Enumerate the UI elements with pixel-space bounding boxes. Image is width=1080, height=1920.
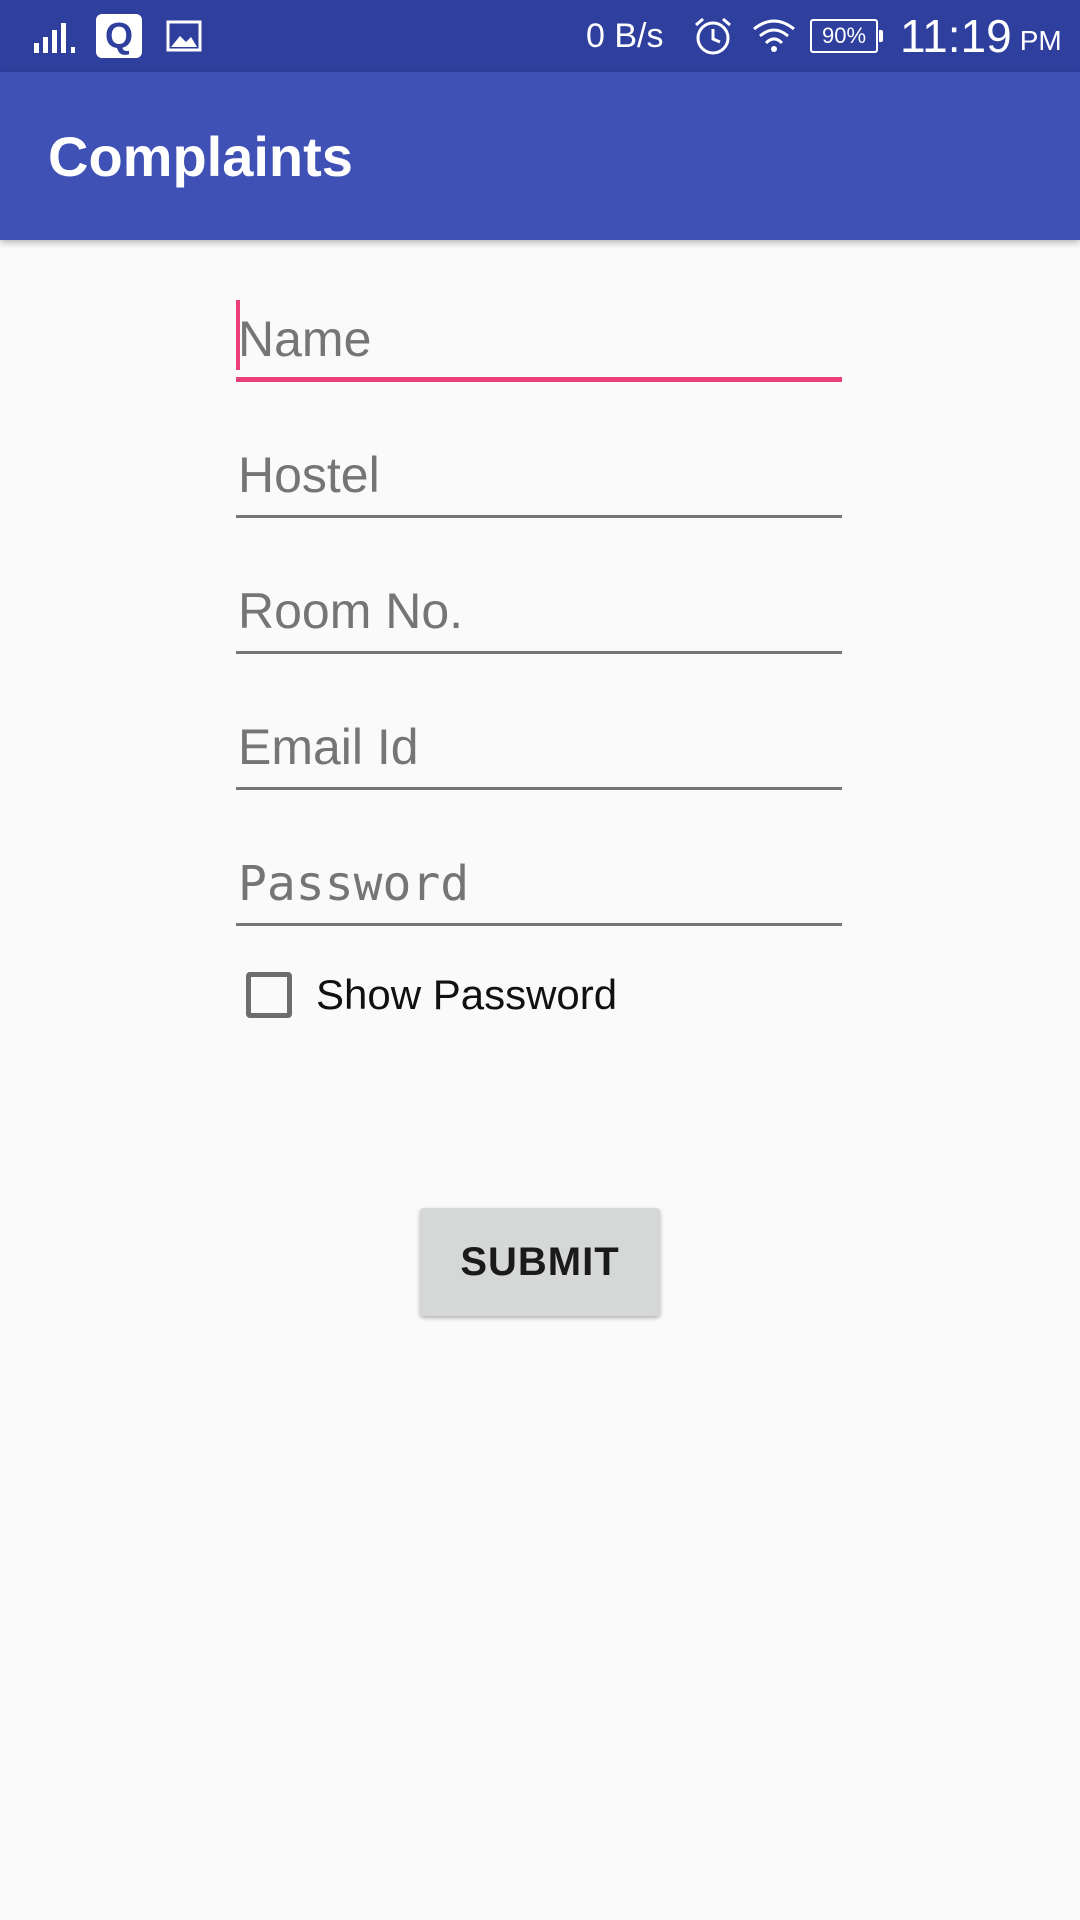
- clock-ampm: PM: [1019, 25, 1062, 56]
- room-number-underline: [236, 651, 842, 654]
- email-field[interactable]: Email Id: [236, 700, 842, 790]
- gallery-icon: [166, 0, 202, 72]
- name-field[interactable]: Name: [236, 292, 842, 382]
- hostel-underline: [236, 515, 842, 518]
- submit-button[interactable]: SUBMIT: [420, 1208, 660, 1316]
- alarm-icon: [692, 0, 734, 72]
- clock: 11:19 PM: [900, 0, 1062, 72]
- name-placeholder: Name: [238, 311, 372, 367]
- room-number-placeholder: Room No.: [238, 583, 464, 639]
- password-placeholder: Password: [238, 856, 470, 912]
- hostel-field[interactable]: Hostel: [236, 428, 842, 518]
- password-field[interactable]: Password: [236, 836, 842, 926]
- password-underline: [236, 923, 842, 926]
- name-underline: [236, 377, 842, 382]
- q-app-letter: Q: [104, 15, 133, 56]
- battery-level: 90%: [810, 19, 883, 53]
- signal-icon: [34, 0, 80, 72]
- battery-icon: 90%: [810, 0, 883, 72]
- page-title: Complaints: [48, 124, 353, 188]
- show-password-label[interactable]: Show Password: [316, 971, 617, 1019]
- app-bar: Complaints: [0, 72, 1080, 240]
- clock-time: 11:19: [900, 10, 1012, 62]
- show-password-checkbox[interactable]: [246, 972, 292, 1018]
- network-speed: 0 B/s: [586, 16, 664, 55]
- wifi-icon: [752, 0, 796, 72]
- email-placeholder: Email Id: [238, 719, 419, 775]
- room-number-field[interactable]: Room No.: [236, 564, 842, 654]
- status-bar: Q 0 B/s 90% 11:19 PM: [0, 0, 1080, 72]
- hostel-placeholder: Hostel: [238, 447, 380, 503]
- email-underline: [236, 787, 842, 790]
- q-app-icon: Q: [96, 14, 142, 58]
- show-password-row[interactable]: Show Password: [246, 966, 617, 1024]
